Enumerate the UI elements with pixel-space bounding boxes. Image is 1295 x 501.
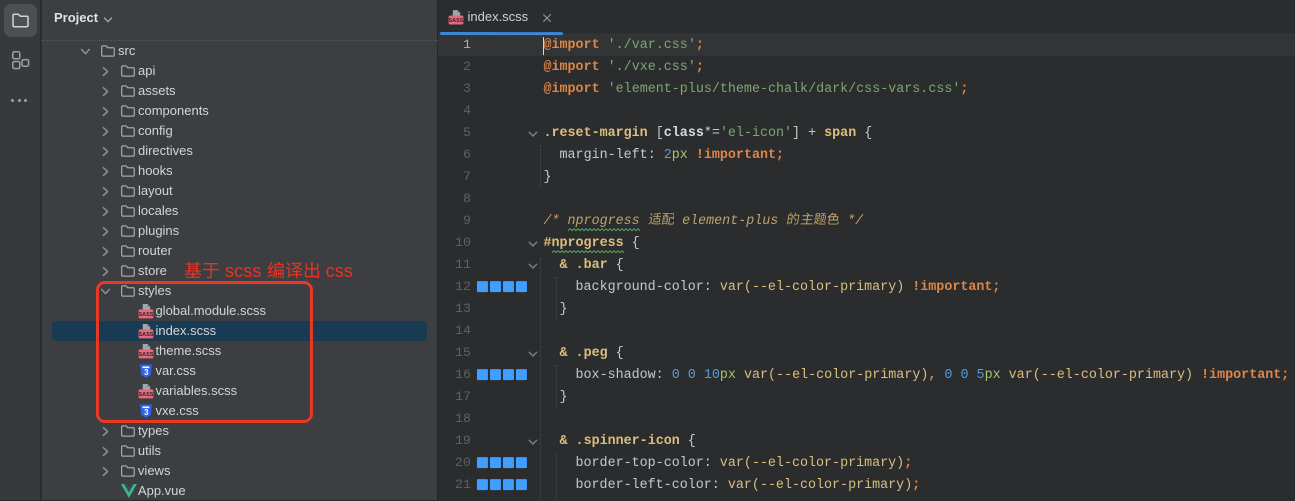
svg-text:SASS: SASS bbox=[449, 18, 464, 24]
